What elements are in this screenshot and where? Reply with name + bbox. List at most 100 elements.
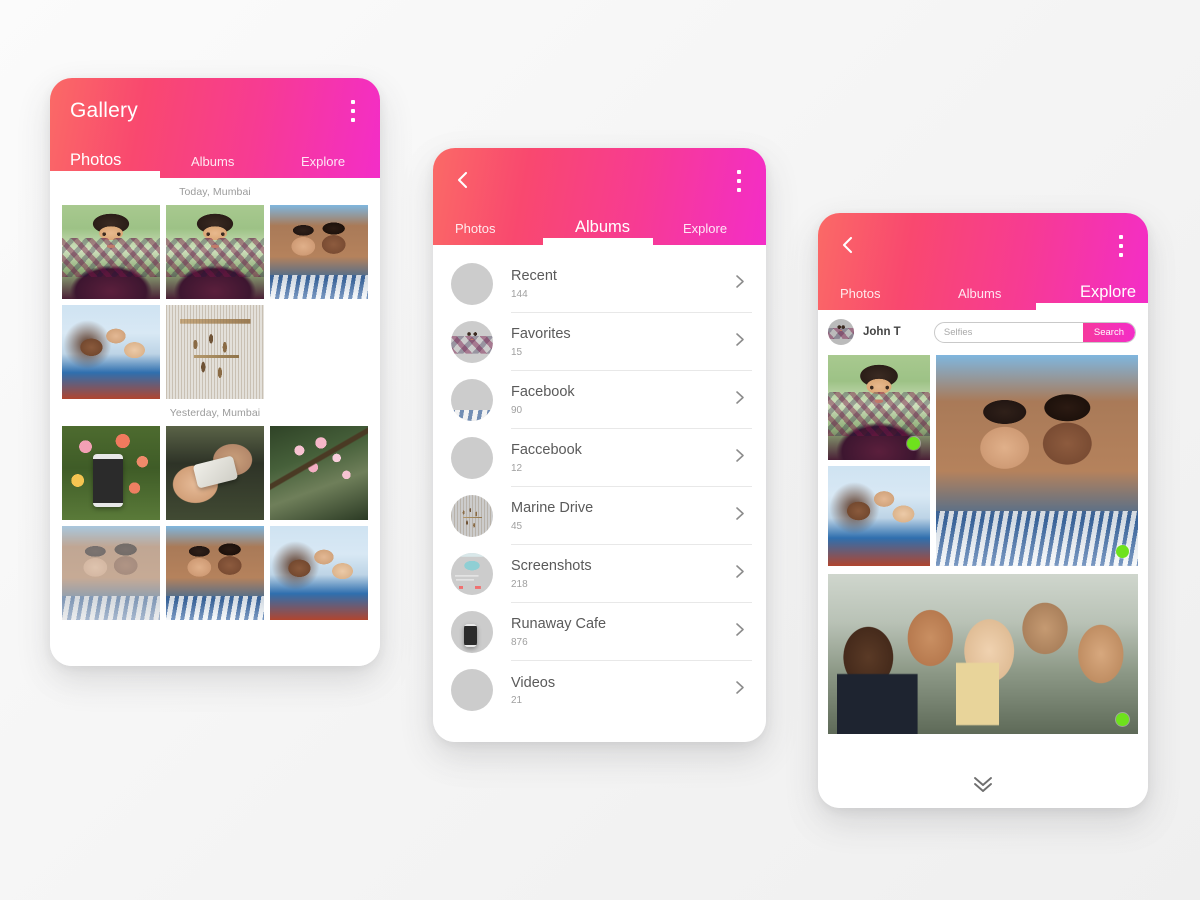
album-row[interactable]: Screenshots 218 xyxy=(433,545,766,603)
section-label-yesterday: Yesterday, Mumbai xyxy=(169,407,261,419)
album-thumbnail xyxy=(451,379,493,421)
photo-thumbnail[interactable] xyxy=(166,526,264,620)
album-name: Faccebook xyxy=(511,442,582,459)
search-button[interactable]: Search xyxy=(1082,322,1135,342)
album-row[interactable]: Favorites 15 xyxy=(433,313,766,371)
chevron-right-icon xyxy=(733,505,746,527)
explore-photo-featured[interactable] xyxy=(936,355,1138,566)
phone-mockup-albums: Photos Albums Explore Recent 144 Favorit… xyxy=(433,148,766,742)
tab-explore[interactable]: Explore xyxy=(683,221,727,236)
tab-explore[interactable]: Explore xyxy=(301,154,345,169)
explore-search-row: John T Search xyxy=(818,310,1148,353)
explore-tabbar: Photos Albums Explore xyxy=(818,266,1148,310)
tab-albums[interactable]: Albums xyxy=(958,286,1001,301)
avatar[interactable] xyxy=(828,319,854,345)
chevron-right-icon xyxy=(733,563,746,585)
explore-photo[interactable] xyxy=(828,466,930,566)
tab-photos[interactable]: Photos xyxy=(70,151,121,170)
screenshot-canvas: Gallery Photos Albums Explore Today, Mum… xyxy=(0,0,1200,900)
photo-grid-yesterday xyxy=(50,426,380,620)
search-input[interactable] xyxy=(934,322,1083,342)
chevron-right-icon xyxy=(733,447,746,469)
explore-photo[interactable] xyxy=(828,355,930,460)
album-name: Facebook xyxy=(511,384,575,401)
album-thumbnail xyxy=(451,611,493,653)
album-count: 21 xyxy=(511,695,523,707)
album-thumbnail xyxy=(451,495,493,537)
album-name: Marine Drive xyxy=(511,500,594,517)
back-chevron-icon[interactable] xyxy=(836,233,860,257)
active-tab-indicator xyxy=(1036,303,1148,310)
overflow-menu-icon[interactable] xyxy=(730,170,748,192)
active-tab-indicator xyxy=(543,238,653,245)
album-list: Recent 144 Favorites 15 Facebook 90 Facc… xyxy=(433,245,766,742)
tab-albums[interactable]: Albums xyxy=(191,154,234,169)
photo-thumbnail[interactable] xyxy=(62,205,160,299)
album-count: 90 xyxy=(511,404,523,416)
photo-grid-spacer xyxy=(270,305,368,399)
album-row[interactable]: Runaway Cafe 876 xyxy=(433,603,766,661)
status-badge xyxy=(1116,713,1129,726)
album-name: Recent xyxy=(511,268,557,285)
album-row[interactable]: Marine Drive 45 xyxy=(433,487,766,545)
photo-thumbnail[interactable] xyxy=(62,426,160,520)
photo-thumbnail[interactable] xyxy=(166,305,264,399)
double-chevron-down-icon[interactable] xyxy=(818,774,1148,794)
section-label-today: Today, Mumbai xyxy=(179,186,251,198)
album-name: Runaway Cafe xyxy=(511,616,607,633)
photos-tabbar: Photos Albums Explore xyxy=(50,134,380,178)
albums-tabbar: Photos Albums Explore xyxy=(433,201,766,245)
album-count: 12 xyxy=(511,462,523,474)
photo-grid-today xyxy=(50,205,380,399)
chevron-right-icon xyxy=(733,331,746,353)
photos-header: Gallery Photos Albums Explore xyxy=(50,78,380,178)
tab-photos[interactable]: Photos xyxy=(455,221,495,236)
photo-thumbnail[interactable] xyxy=(270,526,368,620)
photos-grid-body: Today, Mumbai Yesterday, Mumbai xyxy=(50,178,380,666)
explore-results-grid xyxy=(818,353,1148,734)
chevron-right-icon xyxy=(733,679,746,701)
album-name: Screenshots xyxy=(511,558,592,575)
album-count: 15 xyxy=(511,346,523,358)
overflow-menu-icon[interactable] xyxy=(344,100,362,122)
tab-albums[interactable]: Albums xyxy=(575,218,630,237)
page-title: Gallery xyxy=(70,99,138,122)
photo-thumbnail[interactable] xyxy=(62,526,160,620)
album-row[interactable]: Videos 21 xyxy=(433,661,766,719)
album-thumbnail xyxy=(451,321,493,363)
search-field-group: Search xyxy=(933,321,1136,343)
back-chevron-icon[interactable] xyxy=(451,168,475,192)
status-badge xyxy=(907,437,920,450)
photo-thumbnail[interactable] xyxy=(270,426,368,520)
photo-thumbnail[interactable] xyxy=(270,205,368,299)
phone-mockup-explore: Photos Albums Explore John T Search xyxy=(818,213,1148,808)
status-badge xyxy=(1116,545,1129,558)
album-name: Videos xyxy=(511,674,556,691)
album-thumbnail xyxy=(451,669,493,711)
scroll-fade xyxy=(50,640,380,666)
chevron-right-icon xyxy=(733,389,746,411)
album-count: 218 xyxy=(511,578,528,590)
chevron-right-icon xyxy=(733,621,746,643)
photo-thumbnail[interactable] xyxy=(166,205,264,299)
album-count: 144 xyxy=(511,288,528,300)
tab-photos[interactable]: Photos xyxy=(840,286,880,301)
album-count: 45 xyxy=(511,520,523,532)
albums-header: Photos Albums Explore xyxy=(433,148,766,245)
active-tab-indicator xyxy=(50,171,160,178)
album-row[interactable]: Facebook 90 xyxy=(433,371,766,429)
album-name: Favorites xyxy=(511,326,571,343)
photo-thumbnail[interactable] xyxy=(62,305,160,399)
album-row[interactable]: Faccebook 12 xyxy=(433,429,766,487)
album-row[interactable]: Recent 144 xyxy=(433,255,766,313)
photo-thumbnail[interactable] xyxy=(166,426,264,520)
album-thumbnail xyxy=(451,437,493,479)
phone-mockup-photos: Gallery Photos Albums Explore Today, Mum… xyxy=(50,78,380,666)
overflow-menu-icon[interactable] xyxy=(1112,235,1130,257)
user-name: John T xyxy=(863,326,901,338)
tab-explore[interactable]: Explore xyxy=(1080,283,1136,302)
explore-header: Photos Albums Explore xyxy=(818,213,1148,310)
album-thumbnail xyxy=(451,553,493,595)
explore-photo-wide[interactable] xyxy=(828,574,1138,734)
album-count: 876 xyxy=(511,636,528,648)
